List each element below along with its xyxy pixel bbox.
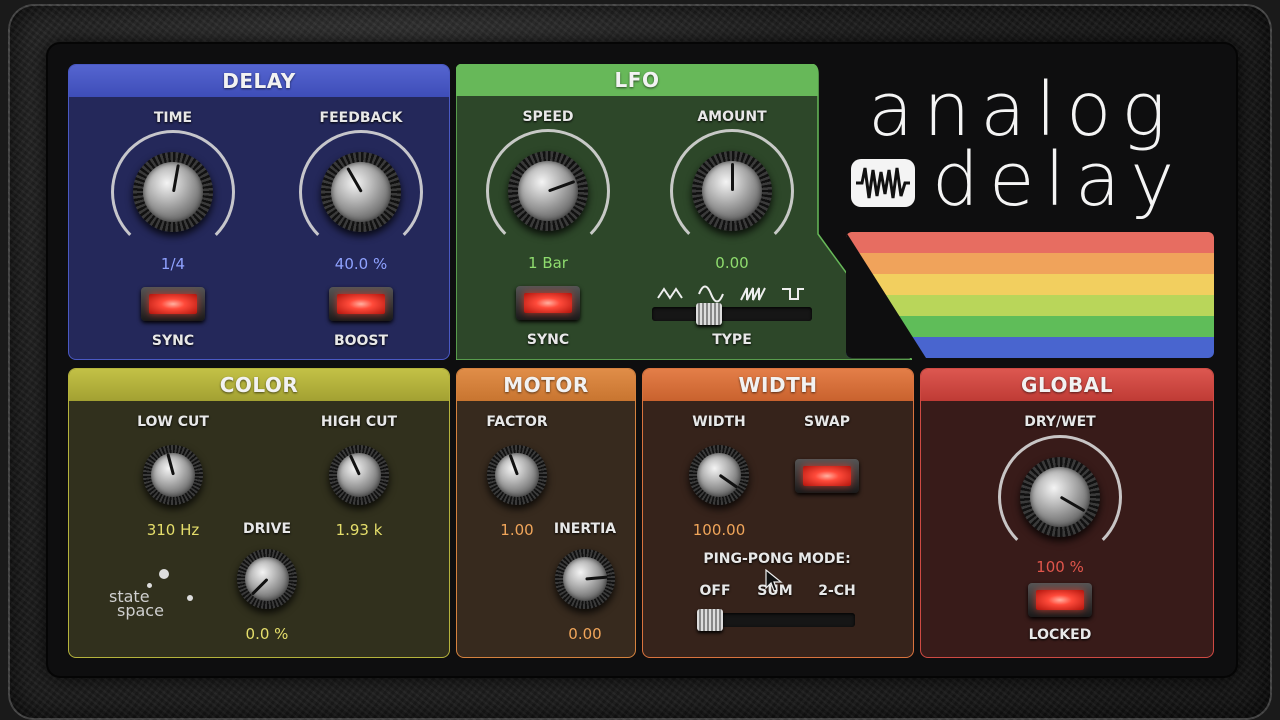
swap-label: SWAP	[804, 414, 850, 430]
square-wave-icon[interactable]	[780, 284, 806, 304]
speed-knob[interactable]	[486, 129, 610, 253]
speed-value: 1 Bar	[528, 254, 568, 272]
inertia-knob[interactable]	[547, 541, 623, 617]
rainbow-stripes	[846, 232, 1214, 358]
drive-label: DRIVE	[242, 521, 292, 537]
width-header: WIDTH	[643, 369, 913, 401]
feedback-label: FEEDBACK	[319, 110, 403, 126]
state-space-logo: state space	[107, 569, 217, 629]
brand-dot-small	[147, 583, 152, 588]
inertia-label: INERTIA	[553, 521, 617, 537]
pingpong-option-2ch[interactable]: 2-CH	[818, 583, 856, 599]
global-header: GLOBAL	[921, 369, 1213, 401]
pingpong-label: PING-PONG MODE:	[703, 551, 851, 567]
amount-label: AMOUNT	[697, 109, 767, 125]
swap-switch[interactable]	[795, 459, 859, 493]
width-value: 100.00	[692, 521, 746, 539]
high-cut-value: 1.93 k	[335, 521, 383, 539]
drywet-label: DRY/WET	[1024, 414, 1096, 430]
brand-dot-large	[159, 569, 169, 579]
color-header: COLOR	[69, 369, 449, 401]
feedback-knob[interactable]	[299, 130, 423, 254]
delay-sync-label: SYNC	[151, 333, 195, 349]
mouse-cursor-icon	[765, 569, 783, 592]
pingpong-thumb[interactable]	[697, 609, 723, 631]
lfo-type-slider[interactable]	[652, 303, 812, 325]
time-value: 1/4	[160, 255, 186, 273]
delay-title: DELAY	[222, 69, 296, 93]
drywet-knob[interactable]	[998, 435, 1122, 559]
width-knob[interactable]	[681, 437, 757, 513]
lfo-sync-label: SYNC	[526, 332, 570, 348]
pingpong-slider[interactable]	[697, 609, 855, 631]
time-knob[interactable]	[111, 130, 235, 254]
lfo-sync-switch[interactable]	[516, 286, 580, 320]
sawtooth-wave-icon[interactable]	[740, 284, 766, 304]
lfo-panel: LFO SPEED AMOUNT 1 Bar 0.00 SYNC TYPE	[456, 64, 912, 360]
drywet-value: 100 %	[1036, 558, 1084, 576]
color-title: COLOR	[219, 373, 299, 397]
factor-value: 1.00	[500, 521, 534, 539]
high-cut-knob[interactable]	[321, 437, 397, 513]
factor-knob[interactable]	[479, 437, 555, 513]
low-cut-label: LOW CUT	[137, 414, 209, 430]
width-label: WIDTH	[692, 414, 746, 430]
logo: analog delay	[850, 70, 1210, 226]
logo-line2: delay	[932, 137, 1185, 223]
global-title: GLOBAL	[1021, 373, 1113, 397]
inertia-value: 0.00	[568, 625, 602, 643]
motor-header: MOTOR	[457, 369, 635, 401]
time-label: TIME	[153, 110, 193, 126]
delay-panel: DELAY TIME FEEDBACK 1/4 40.0 % SYNC BOOS…	[68, 64, 450, 360]
motor-panel: MOTOR FACTOR 1.00 INERTIA 0.00	[456, 368, 636, 658]
speed-label: SPEED	[522, 109, 574, 125]
sine-wave-icon[interactable]	[698, 284, 724, 304]
lfo-header: LFO	[456, 64, 818, 96]
global-panel: GLOBAL DRY/WET 100 % LOCKED	[920, 368, 1214, 658]
width-title: WIDTH	[738, 373, 818, 397]
lfo-type-thumb[interactable]	[696, 303, 722, 325]
lfo-type-label: TYPE	[712, 332, 752, 348]
pingpong-option-off[interactable]: OFF	[699, 583, 730, 599]
low-cut-value: 310 Hz	[146, 521, 200, 539]
brand-dot-right	[187, 595, 193, 601]
width-panel: WIDTH WIDTH SWAP 100.00 PING-PONG MODE: …	[642, 368, 914, 658]
amount-value: 0.00	[715, 254, 749, 272]
motor-title: MOTOR	[503, 373, 589, 397]
delay-header: DELAY	[69, 65, 449, 97]
boost-label: BOOST	[333, 333, 389, 349]
low-cut-knob[interactable]	[135, 437, 211, 513]
color-panel: COLOR LOW CUT HIGH CUT 310 Hz 1.93 k DRI…	[68, 368, 450, 658]
drive-knob[interactable]	[229, 541, 305, 617]
locked-label: LOCKED	[1028, 627, 1092, 643]
lfo-title: LFO	[614, 68, 660, 92]
boost-switch[interactable]	[329, 287, 393, 321]
triangle-wave-icon[interactable]	[657, 284, 683, 304]
amount-knob[interactable]	[670, 129, 794, 253]
brand-line2: space	[117, 601, 164, 620]
delay-sync-switch[interactable]	[141, 287, 205, 321]
waveform-badge-icon	[851, 159, 915, 207]
locked-switch[interactable]	[1028, 583, 1092, 617]
high-cut-label: HIGH CUT	[320, 414, 398, 430]
feedback-value: 40.0 %	[334, 255, 388, 273]
factor-label: FACTOR	[486, 414, 548, 430]
drive-value: 0.0 %	[245, 625, 289, 643]
